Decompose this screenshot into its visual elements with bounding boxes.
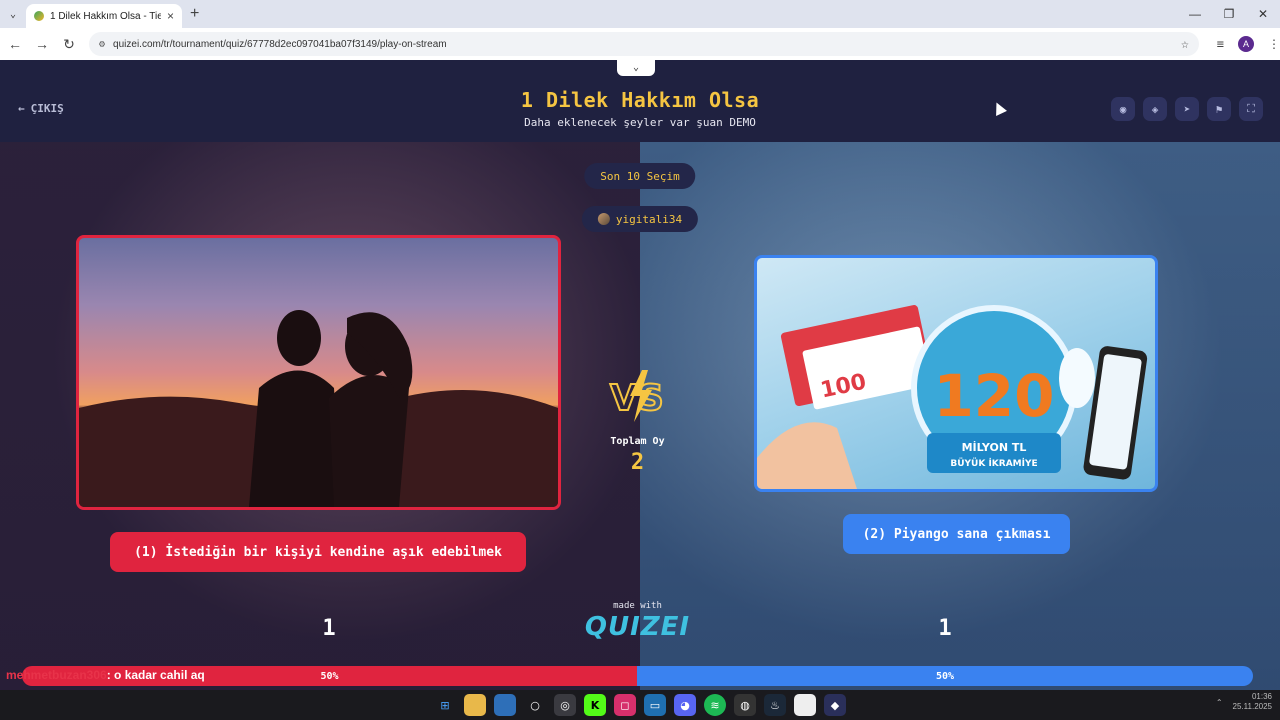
collapse-toggle-button[interactable]: ⌄ [617, 60, 655, 76]
player-avatar [597, 213, 610, 225]
address-bar-row: ← → ↻ ⚙ quizei.com/tr/tournament/quiz/67… [0, 28, 1280, 60]
back-icon[interactable]: ← [3, 36, 27, 52]
prize-number: 120 [933, 362, 1054, 430]
puzzle-icon[interactable]: ◈ [1143, 97, 1167, 121]
clock-date: 25.11.2025 [1232, 702, 1272, 711]
total-votes-label: Toplam Oy [610, 436, 665, 447]
steam-icon[interactable]: ♨ [764, 694, 786, 716]
instagram-icon[interactable]: ◻ [614, 694, 636, 716]
forward-icon[interactable]: → [30, 36, 54, 52]
chat-overlay: mehmetbuzan306: o kadar cahil aq [6, 668, 205, 682]
windows-icon[interactable]: ⊞ [434, 694, 456, 716]
browser-tab-bar: ⌄ 1 Dilek Hakkım Olsa - Tier List, Q × +… [0, 0, 1280, 28]
site-info-icon[interactable]: ⚙ [99, 39, 105, 50]
window-controls: — ❐ ✕ [1178, 0, 1280, 28]
reload-icon[interactable]: ↻ [57, 36, 81, 53]
player-name: yigitali34 [615, 212, 683, 226]
option-right-button[interactable]: (2) Piyango sana çıkması [843, 514, 1070, 554]
steam-alt-icon[interactable]: ◍ [734, 694, 756, 716]
chat-message: : o kadar cahil aq [106, 668, 205, 682]
clock[interactable]: 01:36 25.11.2025 [1233, 692, 1272, 712]
chat-username: mehmetbuzan306 [6, 668, 107, 682]
send-icon[interactable]: ➤ [1175, 97, 1199, 121]
discord-icon[interactable]: ◕ [674, 694, 696, 716]
bookmark-star-icon[interactable]: ☆ [1181, 37, 1189, 52]
quizei-logo[interactable]: QUIZEI [0, 612, 1275, 642]
store-icon[interactable] [494, 694, 516, 716]
option-left-button[interactable]: (1) İstediğin bir kişiyi kendine aşık ed… [110, 532, 526, 572]
quiz-title: 1 Dilek Hakkım Olsa [520, 88, 760, 112]
tray-chevron-icon[interactable]: ⌃ [1216, 698, 1223, 707]
browser-menu-icon[interactable]: ⋮ [1268, 37, 1280, 51]
made-with-label: made with [613, 601, 662, 611]
history-pill[interactable]: Son 10 Seçim [584, 163, 696, 189]
percent-left: 50% [320, 670, 339, 682]
windows-taskbar: ⊞ ○ ◎ K ◻ ▭ ◕ ≋ ◍ ♨ ◆ [0, 690, 1280, 720]
new-tab-button[interactable]: + [190, 5, 199, 23]
vpn-icon[interactable]: ◆ [824, 694, 846, 716]
browser-tab[interactable]: 1 Dilek Hakkım Olsa - Tier List, Q × [26, 4, 182, 28]
fullscreen-icon[interactable]: ⛶ [1239, 97, 1263, 121]
chrome-icon[interactable]: ◎ [554, 694, 576, 716]
quiz-subtitle: Daha eklenecek şeyler var şuan DEMO [524, 116, 756, 129]
versus-icon: VS [609, 370, 665, 422]
spotify-icon[interactable]: ≋ [704, 694, 726, 716]
site-favicon-icon [34, 11, 44, 21]
file-icon[interactable] [794, 694, 816, 716]
tv-icon[interactable]: ▭ [644, 694, 666, 716]
folder-icon[interactable] [464, 694, 486, 716]
media-controls-icon[interactable]: ≡ [1217, 37, 1224, 51]
close-window-button[interactable]: ✕ [1246, 0, 1280, 28]
history-label: Son 10 Seçim [600, 169, 680, 183]
tab-close-icon[interactable]: × [167, 9, 174, 23]
url-text: quizei.com/tr/tournament/quiz/67778d2ec0… [113, 38, 447, 50]
system-tray: ⌃ 01:36 25.11.2025 [1216, 692, 1272, 712]
circle-icon[interactable]: ○ [524, 694, 546, 716]
clock-time: 01:36 [1251, 692, 1272, 701]
url-field[interactable]: ⚙ quizei.com/tr/tournament/quiz/67778d2e… [89, 32, 1199, 56]
quiz-page: ← ÇIKIŞ 1 Dilek Hakkım Olsa Daha eklenec… [0, 60, 1280, 690]
total-votes-value: 2 [630, 450, 645, 475]
percent-right: 50% [935, 670, 955, 682]
player-pill: yigitali34 [581, 206, 699, 232]
minimize-button[interactable]: — [1178, 0, 1212, 28]
vote-bar-right: 50% [637, 666, 1253, 686]
tab-search-icon[interactable]: ⌄ [0, 0, 26, 28]
restore-button[interactable]: ❐ [1212, 0, 1246, 28]
kick-icon[interactable]: K [584, 694, 606, 716]
header-actions: ◉ ◈ ➤ ⚑ ⛶ [1111, 97, 1263, 121]
eye-icon[interactable]: ◉ [1111, 97, 1135, 121]
profile-avatar[interactable]: A [1238, 36, 1254, 52]
flag-icon[interactable]: ⚑ [1207, 97, 1231, 121]
tab-title: 1 Dilek Hakkım Olsa - Tier List, Q [50, 10, 161, 22]
